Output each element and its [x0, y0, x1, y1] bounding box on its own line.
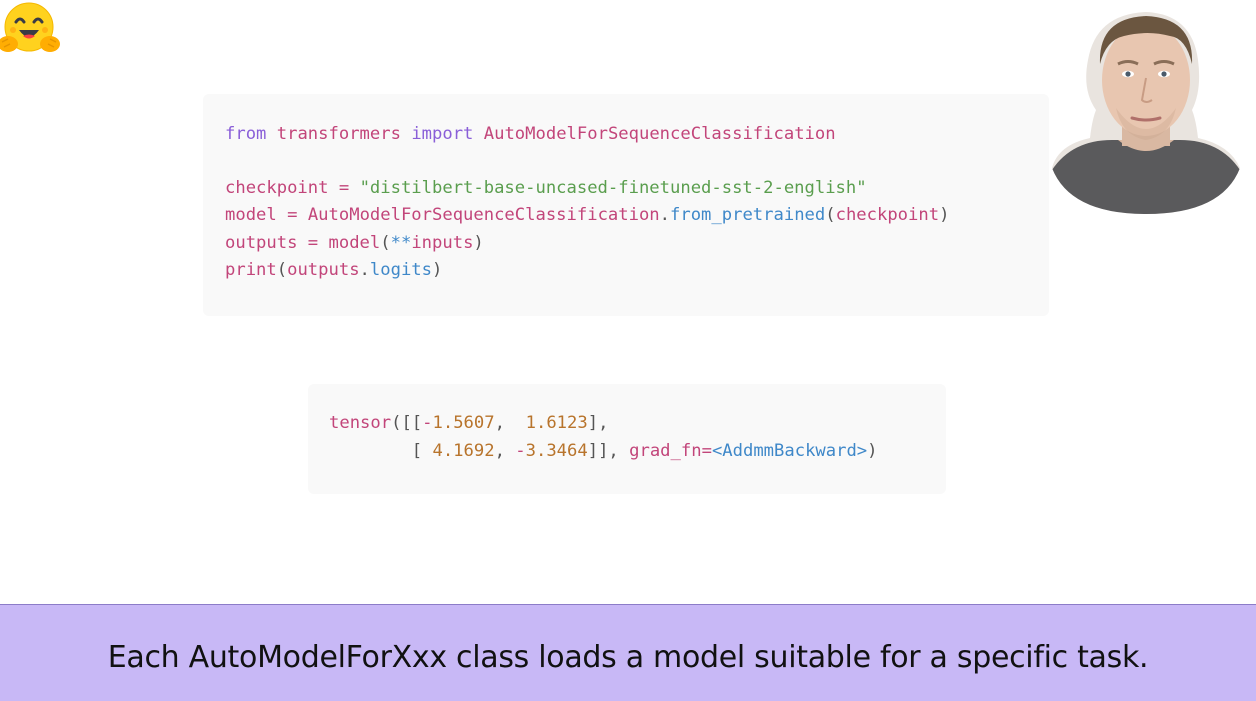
code-token: , — [494, 413, 526, 433]
code-block-output: tensor([[-1.5607, 1.6123], [ 4.1692, -3.… — [308, 384, 946, 494]
code-token: ) — [432, 259, 443, 280]
code-token: ], — [587, 413, 609, 433]
code-line: checkpoint = "distilbert-base-uncased-fi… — [225, 175, 1049, 202]
code-token: = — [701, 440, 712, 461]
code-token: = — [338, 178, 350, 199]
code-token: = — [287, 205, 298, 226]
code-token: checkpoint — [835, 205, 940, 226]
code-token: AutoModelForSequenceClassification — [483, 124, 836, 144]
code-token: - — [515, 440, 526, 461]
code-token: , — [494, 440, 516, 461]
code-token: ( — [825, 205, 836, 226]
code-token: from — [225, 124, 267, 144]
code-token: 3.3464 — [525, 440, 588, 461]
code-token: 1.6123 — [525, 413, 588, 433]
code-token: . — [659, 205, 671, 226]
code-token: ]], — [587, 440, 630, 461]
code-line: tensor([[-1.5607, 1.6123], — [329, 410, 946, 438]
code-line: [ 4.1692, -3.3464]], grad_fn=<AddmmBackw… — [329, 438, 946, 466]
code-token: ( — [276, 259, 288, 280]
code-line: from transformers import AutoModelForSeq… — [225, 121, 1049, 148]
code-token: from_pretrained — [670, 205, 826, 226]
code-token: outputs — [225, 232, 298, 253]
code-token: ) — [473, 232, 484, 253]
code-token: "distilbert-base-uncased-finetuned-sst-2… — [359, 178, 867, 199]
code-token: import — [411, 124, 474, 144]
code-token: [ — [329, 440, 433, 461]
code-token: - — [422, 413, 433, 433]
caption-text: Each AutoModelForXxx class loads a model… — [107, 639, 1149, 675]
code-token: 1.5607 — [432, 413, 495, 433]
code-line: outputs = model(**inputs) — [225, 230, 1049, 257]
code-token: outputs — [287, 259, 360, 280]
code-token: model — [225, 205, 277, 226]
code-token: ( — [380, 232, 391, 253]
code-token: ) — [867, 440, 878, 461]
code-token: tensor — [329, 413, 392, 433]
code-token: ) — [939, 205, 950, 226]
code-token: ** — [390, 232, 412, 253]
hugging-face-logo-icon — [0, 0, 60, 58]
code-token: print — [225, 259, 277, 280]
code-line: model = AutoModelForSequenceClassificati… — [225, 202, 1049, 229]
code-token: inputs — [411, 232, 474, 253]
code-token: AutoModelForSequenceClassification — [307, 205, 660, 226]
code-token: logits — [369, 259, 432, 280]
code-line: print(outputs.logits) — [225, 257, 1049, 284]
code-token: grad_fn — [629, 440, 702, 461]
code-token: model — [328, 232, 381, 253]
code-token: checkpoint — [225, 178, 329, 199]
caption-bar: Each AutoModelForXxx class loads a model… — [0, 604, 1256, 701]
presenter-webcam — [1052, 0, 1240, 214]
code-token: 4.1692 — [432, 440, 495, 461]
code-token: . — [359, 259, 370, 280]
code-block-main: from transformers import AutoModelForSeq… — [203, 94, 1049, 316]
code-token: ([[ — [391, 413, 423, 433]
code-token: <AddmmBackward> — [711, 440, 868, 461]
code-token: = — [307, 232, 319, 253]
code-token: transformers — [276, 124, 401, 144]
